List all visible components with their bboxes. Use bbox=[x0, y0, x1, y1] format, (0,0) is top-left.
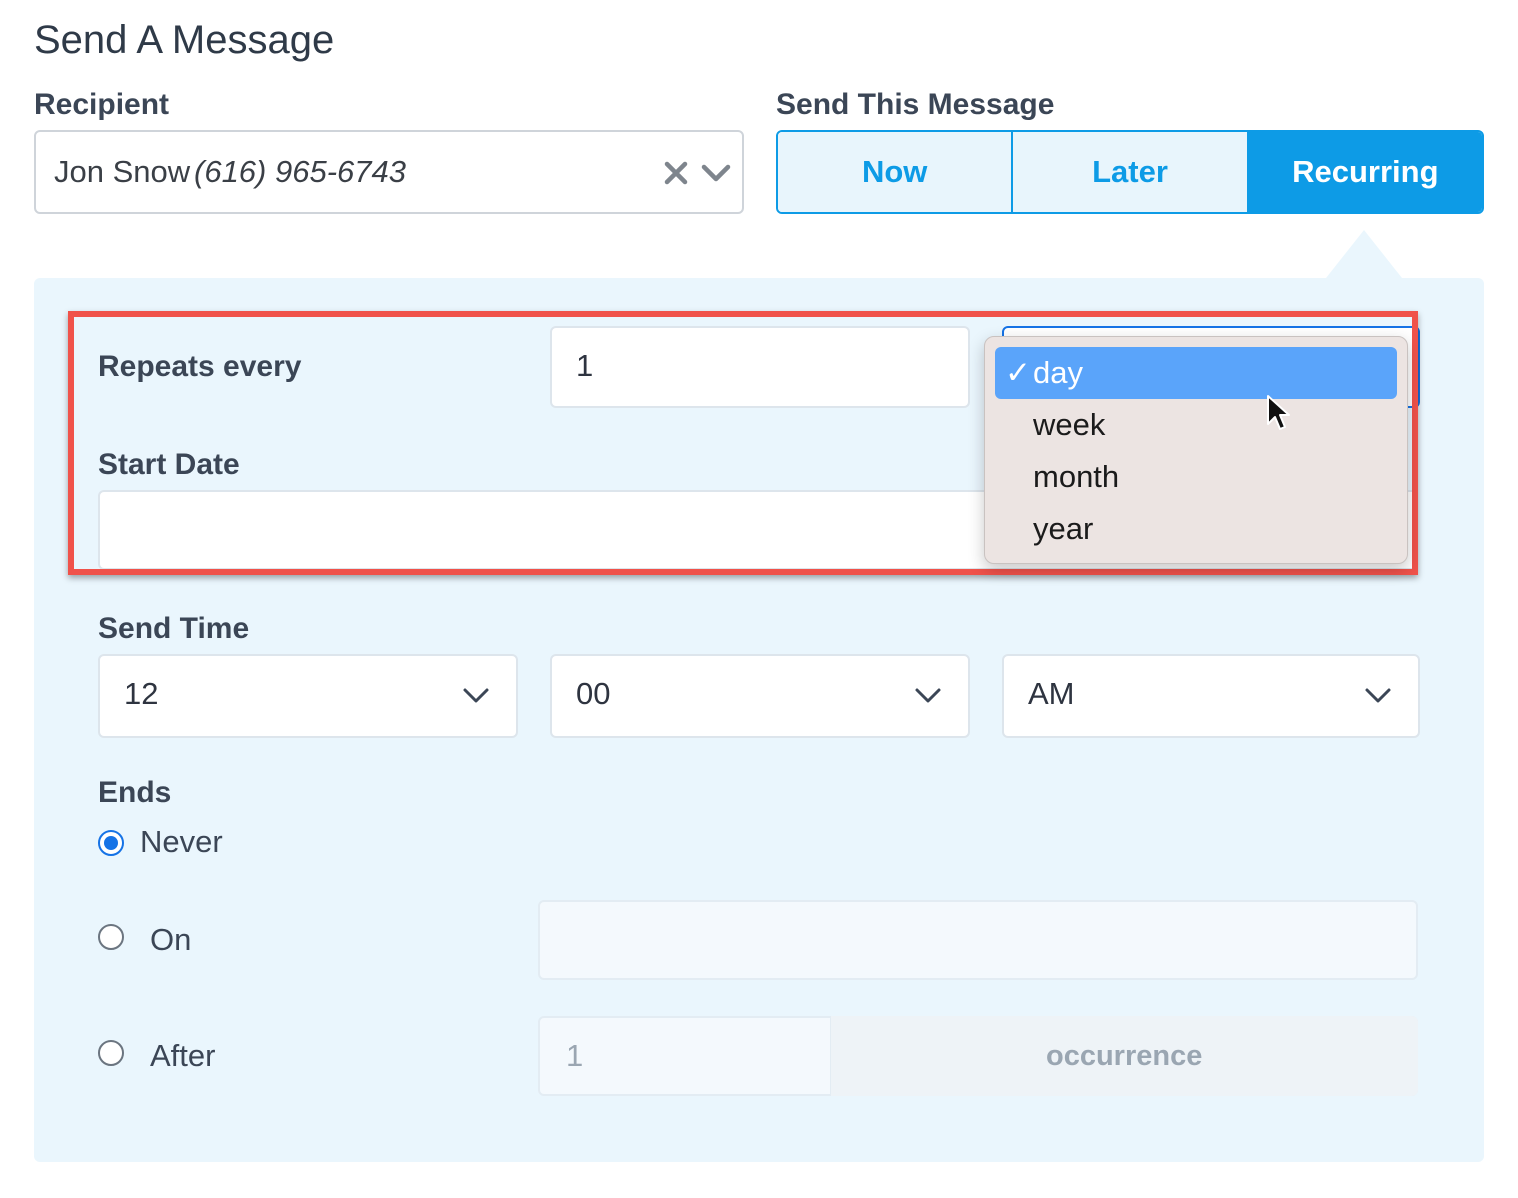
panel-pointer bbox=[1326, 230, 1402, 278]
menu-item-label: day bbox=[1033, 355, 1083, 390]
send-mode-toggle: Now Later Recurring bbox=[776, 130, 1484, 214]
recipient-phone: (616) 965-6743 bbox=[194, 154, 406, 189]
page-title: Send A Message bbox=[34, 18, 335, 62]
hour-select[interactable]: 12 bbox=[98, 654, 518, 738]
chevron-down-icon bbox=[1365, 688, 1391, 703]
period-value: AM bbox=[1028, 676, 1075, 711]
ends-label: Ends bbox=[98, 776, 172, 809]
mouse-cursor-icon bbox=[1267, 395, 1290, 430]
clear-icon[interactable] bbox=[662, 156, 690, 190]
chevron-down-icon bbox=[463, 688, 489, 703]
menu-item-year[interactable]: year bbox=[995, 503, 1397, 555]
minute-select[interactable]: 00 bbox=[550, 654, 970, 738]
check-icon: ✓ bbox=[1005, 355, 1031, 390]
period-select[interactable]: AM bbox=[1002, 654, 1420, 738]
ends-on-date-input[interactable] bbox=[538, 900, 1418, 980]
menu-item-label: month bbox=[1033, 459, 1120, 494]
hour-value: 12 bbox=[124, 676, 159, 711]
send-mode-label: Send This Message bbox=[776, 88, 1055, 121]
ends-never-label: Never bbox=[140, 824, 223, 859]
send-recurring-button[interactable]: Recurring bbox=[1246, 132, 1482, 212]
recipient-label: Recipient bbox=[34, 88, 170, 121]
occurrence-label: occurrence bbox=[1046, 1040, 1203, 1072]
minute-value: 00 bbox=[576, 676, 611, 711]
unit-dropdown-menu: ✓ day week month year bbox=[984, 336, 1408, 564]
recipient-select[interactable]: Jon Snow (616) 965-6743 bbox=[34, 130, 744, 214]
menu-item-day[interactable]: ✓ day bbox=[995, 347, 1397, 399]
menu-item-label: week bbox=[1033, 407, 1106, 442]
ends-after-count-value: 1 bbox=[566, 1038, 584, 1073]
send-later-button[interactable]: Later bbox=[1011, 132, 1247, 212]
menu-item-label: year bbox=[1033, 511, 1094, 546]
ends-never-radio[interactable] bbox=[98, 830, 124, 856]
chevron-down-icon[interactable] bbox=[700, 158, 732, 188]
send-time-label: Send Time bbox=[98, 612, 250, 645]
ends-after-radio[interactable] bbox=[98, 1040, 124, 1066]
ends-after-label: After bbox=[150, 1038, 216, 1073]
chevron-down-icon bbox=[915, 688, 941, 703]
send-now-button[interactable]: Now bbox=[778, 132, 1012, 212]
menu-item-week[interactable]: week bbox=[995, 399, 1397, 451]
ends-on-label: On bbox=[150, 922, 192, 957]
ends-on-radio[interactable] bbox=[98, 924, 124, 950]
recipient-name: Jon Snow bbox=[54, 154, 191, 189]
menu-item-month[interactable]: month bbox=[995, 451, 1397, 503]
